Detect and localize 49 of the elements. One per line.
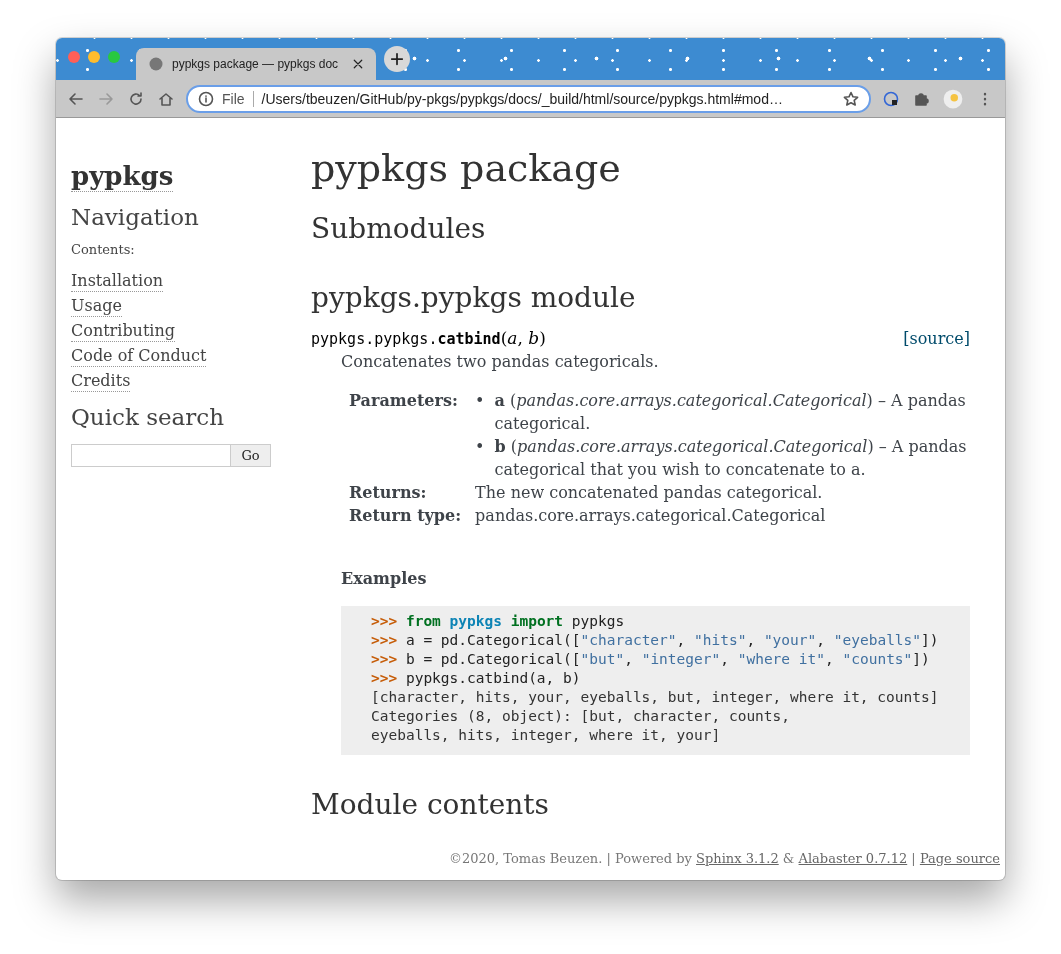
url-text: /Users/tbeuzen/GitHub/py-pkgs/pypkgs/docs/_build/html/source/pypkgs.html#mod… — [261, 90, 784, 107]
field-value: pandas.core.arrays.categorical.Categorical — [475, 505, 827, 527]
field-label: Returns: — [349, 482, 428, 504]
page-title: pypkgs package — [311, 146, 622, 190]
nav-link[interactable]: Code of Conduct — [71, 345, 207, 367]
function-signature: pypkgs.pypkgs.catbind(a, b) — [311, 328, 546, 348]
nav-link[interactable]: Contributing — [71, 320, 175, 342]
search-field[interactable] — [71, 443, 231, 467]
footer-link[interactable]: Alabaster 0.7.12 — [798, 851, 908, 866]
go-button[interactable]: Go — [231, 443, 271, 467]
nav-link[interactable]: Installation — [71, 270, 164, 292]
bullet-marker: • — [475, 390, 485, 412]
contents-label: Contents: — [71, 241, 136, 257]
star-icon — [843, 90, 859, 107]
nav-link[interactable]: Usage — [71, 295, 122, 317]
examples-heading: Examples — [341, 569, 428, 588]
scheme-label: File — [222, 90, 254, 107]
navigation-heading: Navigation — [71, 203, 200, 230]
new-tab-button[interactable] — [384, 46, 410, 72]
field-label: Return type: — [349, 505, 462, 527]
back-arrow-icon — [68, 90, 84, 107]
code-block: >>> from pypkgs import pypkgs >>> a = pd.Categorical(["character", "hits", "your", "eyeballs"]) >>> b = pd.Categorical(["but", "integer", "where it", "counts"]) >>> pypkgs.catbind(a, b) [character, hits, your, eyeballs, but, integer, where it, counts] Categories (8, object): [but, character, counts, eyeballs, hits, integer, where it, your] — [341, 606, 970, 755]
footer-link[interactable]: Sphinx 3.1.2 — [696, 851, 779, 866]
reload-icon — [128, 90, 144, 107]
section-heading: Module contents — [311, 788, 550, 821]
field-value: The new concatenated pandas categorical. — [475, 482, 824, 504]
close-icon — [352, 58, 364, 70]
footer-link[interactable]: Page source — [919, 851, 1000, 866]
puzzle-icon — [913, 90, 929, 107]
section-heading: pypkgs.pypkgs module — [311, 281, 637, 314]
address-bar[interactable]: File /Users/tbeuzen/GitHub/py-pkgs/pypkgs/docs/_build/html/source/pypkgs.html#mod… — [186, 84, 871, 113]
browser-tab[interactable]: pypkgs package — pypkgs doc — [136, 48, 376, 80]
search-heading: Quick search — [71, 403, 225, 430]
bullet-marker: • — [475, 436, 485, 458]
parameter-description: b (pandas.core.arrays.categorical.Categorical) – A pandas categorical that you wish to concatenate to a. — [494, 436, 968, 481]
forward-arrow-icon — [98, 90, 114, 107]
source-link[interactable]: [source] — [903, 329, 970, 348]
function-description: Concatenates two pandas categoricals. — [341, 352, 660, 371]
plus-icon — [390, 52, 404, 66]
home-icon — [158, 90, 174, 107]
site-logo[interactable]: pypkgs — [71, 162, 174, 192]
field-label: Parameters: — [349, 390, 459, 412]
section-heading: Submodules — [311, 212, 487, 245]
lock-badge-icon — [883, 90, 899, 107]
nav-link[interactable]: Credits — [71, 370, 131, 392]
footer-text: ©2020, Tomas Beuzen. | Powered by Sphinx 3.1.2 & Alabaster 0.7.12 | Page source — [449, 851, 1000, 866]
parameter-description: a (pandas.core.arrays.categorical.Categorical) – A pandas categorical. — [494, 390, 967, 435]
weather-icon — [943, 88, 963, 109]
info-icon — [198, 90, 214, 107]
